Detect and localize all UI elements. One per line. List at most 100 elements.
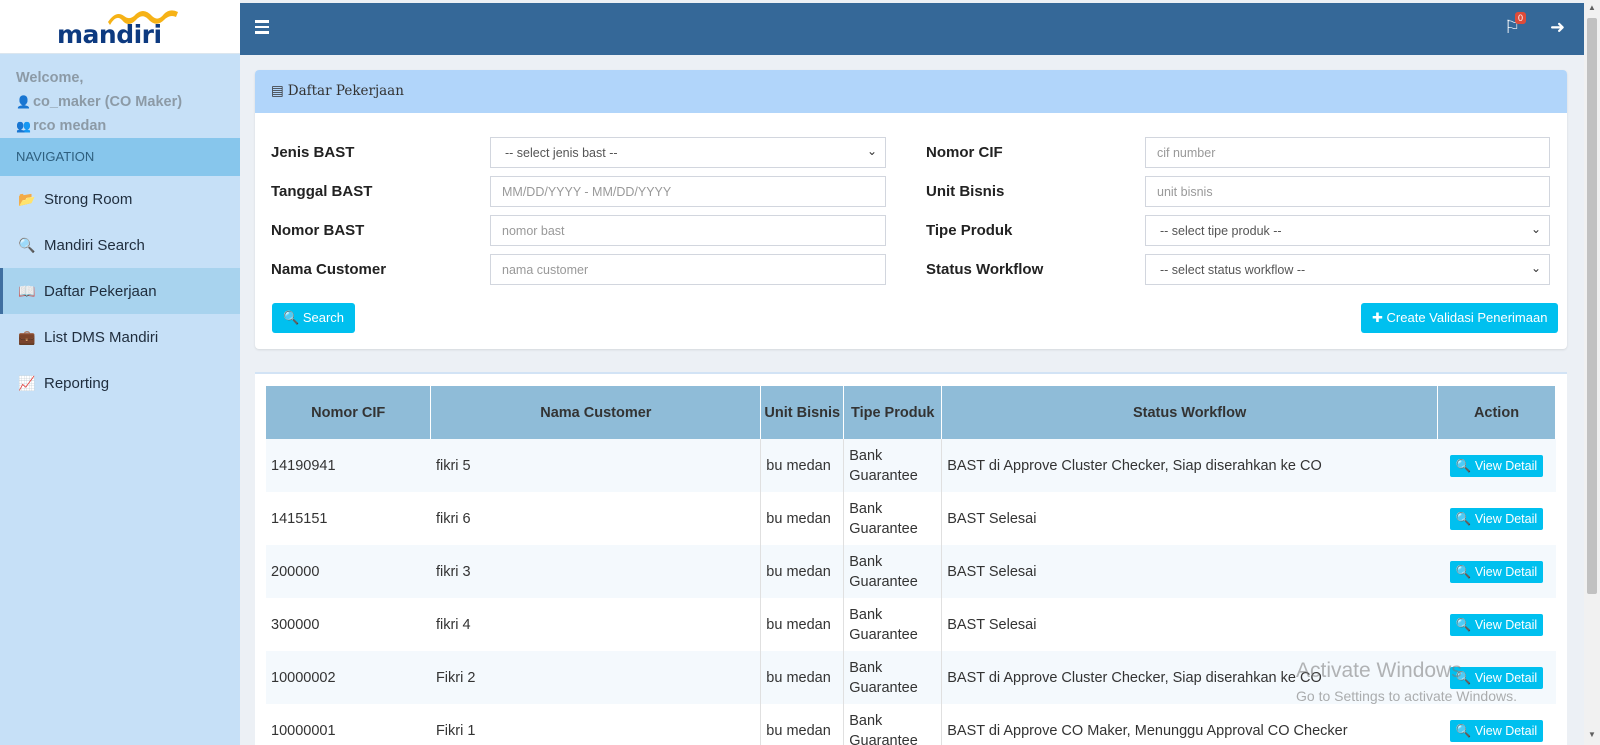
cell-name: fikri 6 — [430, 492, 761, 545]
scroll-thumb[interactable] — [1587, 18, 1597, 594]
plus-icon: ✚ — [1372, 310, 1383, 325]
cell-product: Bank Guarantee — [843, 545, 943, 598]
sidebar-item-daftar-pekerjaan[interactable]: 📖 Daftar Pekerjaan — [0, 268, 240, 314]
chevron-down-icon: ⌄ — [1530, 222, 1541, 236]
top-navbar: ⚐ 0 ➜ — [240, 3, 1584, 55]
cell-product: Bank Guarantee — [843, 704, 943, 745]
search-icon: 🔍 — [283, 310, 300, 325]
cell-action: 🔍 View Detail — [1437, 439, 1556, 492]
logo-text: mandiri — [57, 20, 162, 49]
sidebar-item-reporting[interactable]: 📈 Reporting — [0, 360, 240, 406]
users-icon: 👥 — [16, 119, 31, 133]
filter-panel: ▤ Daftar Pekerjaan Jenis BAST -- select j… — [255, 70, 1567, 349]
list-alt-icon: ▤ — [271, 83, 284, 99]
view-detail-button[interactable]: 🔍 View Detail — [1449, 613, 1544, 636]
view-detail-button[interactable]: 🔍 View Detail — [1449, 454, 1544, 477]
col-header-name[interactable]: Nama Customer — [430, 386, 762, 439]
cell-unit: bu medan — [760, 439, 845, 492]
view-detail-label: View Detail — [1474, 564, 1538, 579]
cell-unit: bu medan — [760, 598, 845, 651]
search-icon: 🔍 — [1455, 458, 1472, 473]
tanggal-bast-input[interactable]: MM/DD/YYYY - MM/DD/YYYY — [490, 176, 886, 207]
status-workflow-select[interactable]: -- select status workflow -- ⌄ — [1145, 254, 1550, 285]
search-button-label: Search — [302, 310, 345, 325]
tipe-produk-select[interactable]: -- select tipe produk -- ⌄ — [1145, 215, 1550, 246]
view-detail-button[interactable]: 🔍 View Detail — [1449, 507, 1544, 530]
view-detail-label: View Detail — [1474, 723, 1538, 738]
col-header-product[interactable]: Tipe Produk — [843, 386, 943, 439]
sidebar-item-label: Daftar Pekerjaan — [44, 283, 157, 300]
welcome-text: Welcome, — [16, 70, 84, 86]
panel-header: ▤ Daftar Pekerjaan — [255, 70, 1567, 113]
sidebar-item-strong-room[interactable]: 📂 Strong Room — [0, 176, 240, 222]
view-detail-button[interactable]: 🔍 View Detail — [1449, 719, 1544, 742]
menu-toggle-icon[interactable] — [255, 20, 269, 34]
cell-unit: bu medan — [760, 704, 845, 745]
mandiri-logo[interactable]: mandiri — [0, 0, 240, 54]
view-detail-label: View Detail — [1474, 458, 1538, 473]
col-header-unit[interactable]: Unit Bisnis — [760, 386, 845, 439]
table-row: 200000 fikri 3 bu medan Bank Guarantee B… — [266, 545, 1556, 598]
sign-out-icon[interactable]: ➜ — [1550, 17, 1565, 38]
nomor-bast-input[interactable]: nomor bast — [490, 215, 886, 246]
windows-watermark-subtitle: Go to Settings to activate Windows. — [1296, 688, 1517, 704]
nama-customer-label: Nama Customer — [271, 261, 387, 278]
windows-watermark-title: Activate Windows — [1296, 659, 1462, 682]
table-row: 14190941 fikri 5 bu medan Bank Guarantee… — [266, 439, 1556, 492]
briefcase-icon: 💼 — [18, 329, 36, 345]
chevron-down-icon: ⌄ — [866, 144, 877, 158]
notification-badge: 0 — [1515, 12, 1526, 24]
user-icon: 👤 — [16, 95, 31, 109]
chevron-down-icon: ⌄ — [1530, 261, 1541, 275]
cell-name: Fikri 2 — [430, 651, 761, 704]
cell-status: BAST di Approve Cluster Checker, Siap di… — [941, 439, 1438, 492]
group-line: 👥 rco medan — [16, 114, 224, 138]
nomor-bast-label: Nomor BAST — [271, 222, 365, 239]
nomor-cif-input[interactable]: cif number — [1145, 137, 1550, 168]
jenis-bast-value: -- select jenis bast -- — [505, 146, 618, 160]
unit-bisnis-input[interactable]: unit bisnis — [1145, 176, 1550, 207]
cell-action: 🔍 View Detail — [1437, 492, 1556, 545]
user-line: 👤 co_maker (CO Maker) — [16, 90, 224, 114]
search-button[interactable]: 🔍 Search — [272, 303, 356, 333]
cell-name: Fikri 1 — [430, 704, 761, 745]
jenis-bast-select[interactable]: -- select jenis bast -- ⌄ — [490, 137, 886, 168]
table-row: 300000 fikri 4 bu medan Bank Guarantee B… — [266, 598, 1556, 651]
sidebar-item-label: Reporting — [44, 375, 110, 392]
table-header-row: Nomor CIF Nama Customer Unit Bisnis Tipe… — [266, 386, 1557, 439]
cell-product: Bank Guarantee — [843, 651, 943, 704]
book-icon: 📖 — [18, 283, 36, 299]
welcome-block: Welcome, 👤 co_maker (CO Maker) 👥 rco medan — [0, 54, 240, 138]
cell-status: BAST Selesai — [941, 492, 1438, 545]
create-validasi-button[interactable]: ✚ Create Validasi Penerimaan — [1361, 303, 1559, 333]
cell-cif: 300000 — [266, 598, 431, 651]
col-header-cif[interactable]: Nomor CIF — [266, 386, 432, 439]
cell-status: BAST Selesai — [941, 545, 1438, 598]
status-workflow-label: Status Workflow — [926, 261, 1044, 278]
cell-name: fikri 3 — [430, 545, 761, 598]
tipe-produk-value: -- select tipe produk -- — [1160, 224, 1282, 238]
cell-action: 🔍 View Detail — [1437, 545, 1556, 598]
view-detail-button[interactable]: 🔍 View Detail — [1449, 560, 1544, 583]
table-row: 10000001 Fikri 1 bu medan Bank Guarantee… — [266, 704, 1556, 745]
scroll-down-arrow-icon[interactable]: ▼ — [1588, 730, 1596, 739]
sidebar-item-label: Mandiri Search — [44, 237, 145, 254]
cell-status: BAST Selesai — [941, 598, 1438, 651]
cell-cif: 200000 — [266, 545, 431, 598]
search-icon: 🔍 — [1455, 564, 1472, 579]
page-scrollbar[interactable]: ▲ ▼ — [1584, 0, 1600, 745]
panel-title: Daftar Pekerjaan — [287, 83, 404, 99]
cell-action: 🔍 View Detail — [1437, 598, 1556, 651]
cell-product: Bank Guarantee — [843, 492, 943, 545]
nomor-cif-label: Nomor CIF — [926, 144, 1003, 161]
col-header-status[interactable]: Status Workflow — [941, 386, 1438, 439]
view-detail-button[interactable]: 🔍 View Detail — [1449, 666, 1544, 689]
unit-bisnis-label: Unit Bisnis — [926, 183, 1005, 200]
nama-customer-input[interactable]: nama customer — [490, 254, 886, 285]
sidebar-item-mandiri-search[interactable]: 🔍 Mandiri Search — [0, 222, 240, 268]
tanggal-bast-label: Tanggal BAST — [271, 183, 373, 200]
view-detail-label: View Detail — [1474, 670, 1538, 685]
sidebar-item-list-dms-mandiri[interactable]: 💼 List DMS Mandiri — [0, 314, 240, 360]
search-icon: 🔍 — [18, 237, 36, 253]
scroll-up-arrow-icon[interactable]: ▲ — [1588, 3, 1596, 12]
